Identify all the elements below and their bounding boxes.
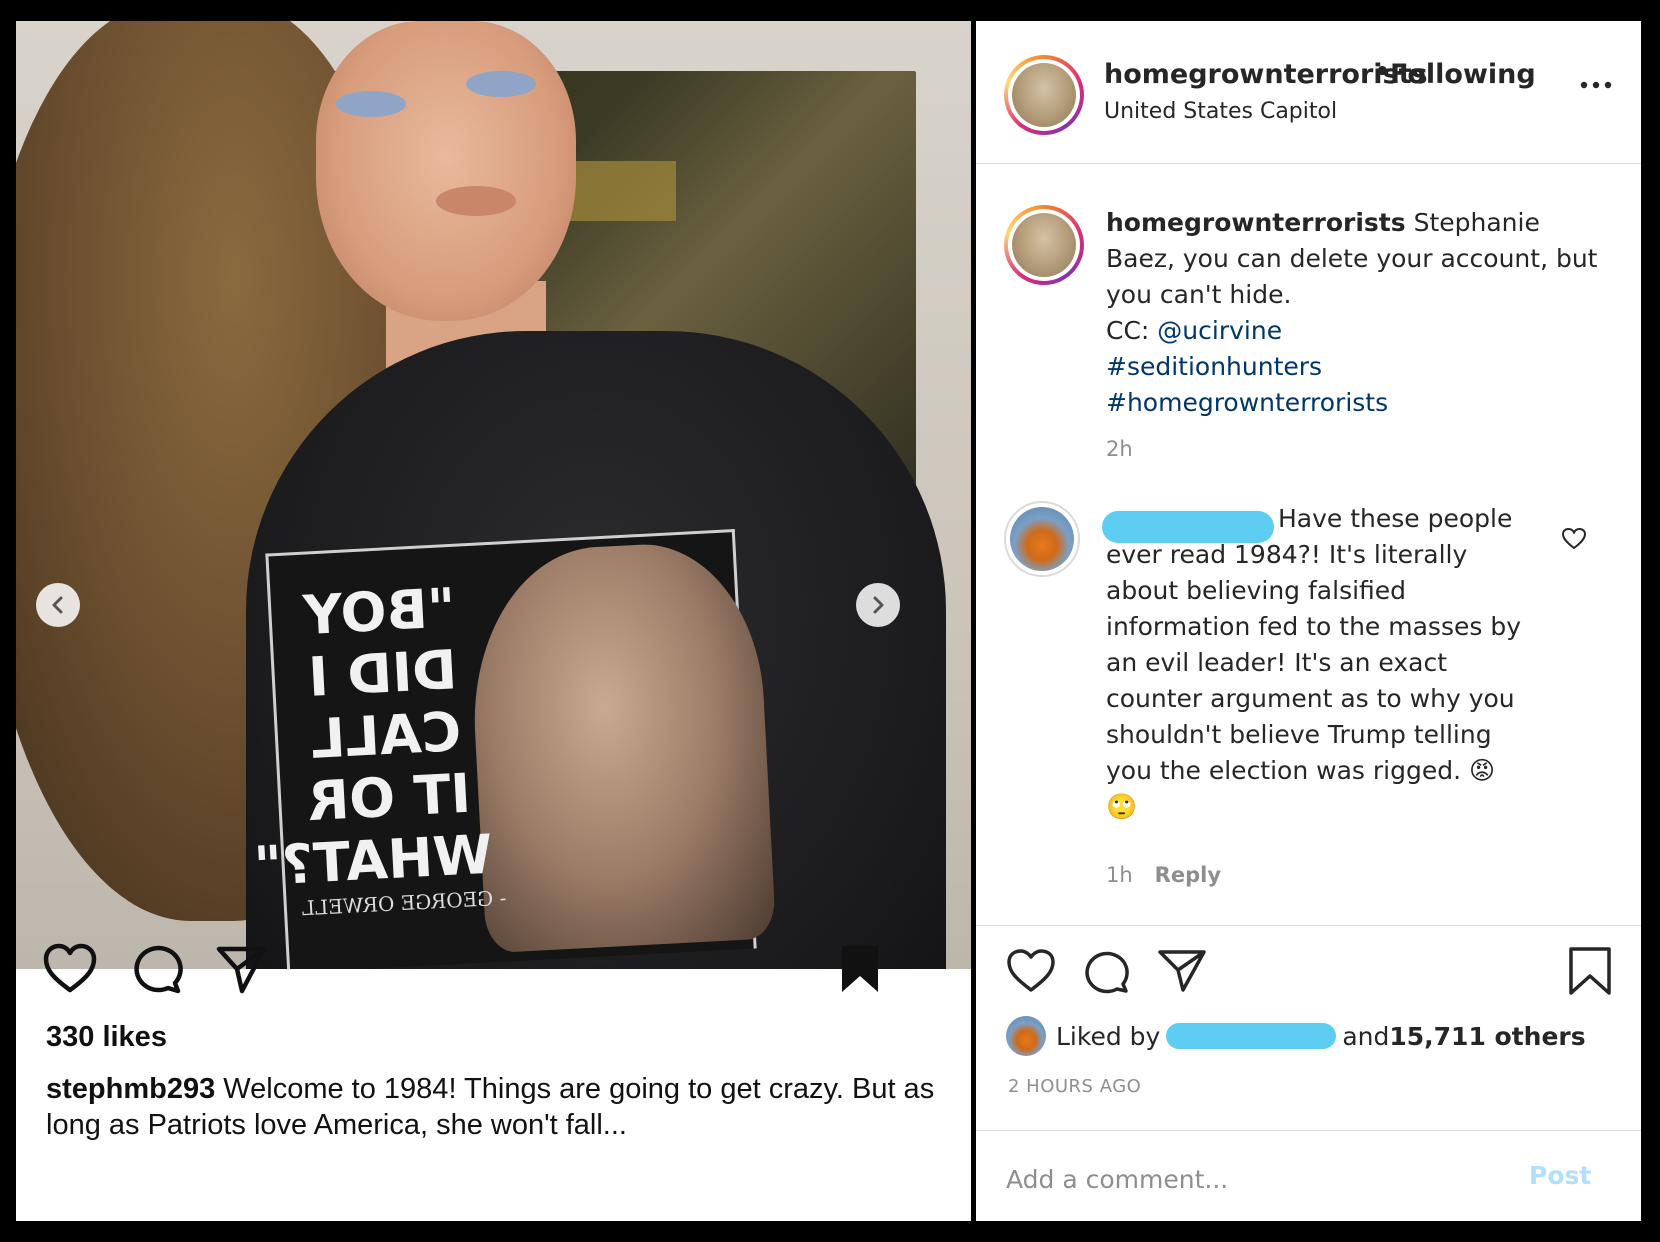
mention-link[interactable]: @ucirvine [1157, 316, 1282, 345]
hashtag-link[interactable]: #seditionhunters [1106, 349, 1606, 385]
more-icon[interactable] [1576, 75, 1616, 95]
add-comment-bar: Post [976, 1130, 1641, 1221]
post-button[interactable]: Post [1529, 1161, 1591, 1190]
carousel-prev-button[interactable] [36, 583, 80, 627]
caption-avatar[interactable] [1004, 205, 1084, 285]
caption-cc: CC: [1106, 316, 1158, 345]
chevron-right-icon [873, 596, 884, 614]
location-link[interactable]: United States Capitol [1104, 99, 1337, 124]
heart-icon[interactable] [42, 943, 98, 995]
bookmark-icon[interactable] [1568, 946, 1612, 996]
post-side-panel: homegrownterrorists • Following United S… [976, 21, 1641, 1221]
embedded-action-bar [42, 943, 942, 1003]
comment-time: 1h [1106, 863, 1133, 887]
add-comment-input[interactable] [1006, 1159, 1486, 1199]
shirt-text: "BOY DID I CALL IT OR WHAT?" [252, 576, 494, 899]
heart-icon[interactable] [1006, 948, 1056, 994]
header-avatar[interactable] [1004, 55, 1084, 135]
header-dot: • [1374, 57, 1391, 87]
hashtag-link[interactable]: #homegrownterrorists [1106, 385, 1606, 421]
caption-username[interactable]: homegrownterrorists [1106, 208, 1406, 237]
face [316, 21, 576, 321]
carousel-next-button[interactable] [856, 583, 900, 627]
reply-button[interactable]: Reply [1155, 863, 1221, 887]
chevron-left-icon [52, 596, 63, 614]
post-photo: "BOY DID I CALL IT OR WHAT?" - GEORGE OR… [16, 21, 971, 969]
share-icon[interactable] [1156, 948, 1208, 994]
liked-by-row[interactable]: Liked by and 15,711 others [1006, 1016, 1586, 1056]
action-section: Liked by and 15,711 others 2 HOURS AGO [976, 925, 1641, 1125]
comment-meta: 1h Reply [1106, 863, 1221, 887]
comment-icon[interactable] [1082, 948, 1132, 994]
commenter-avatar[interactable] [1004, 501, 1080, 577]
comment-like-heart-icon[interactable] [1561, 527, 1587, 551]
embedded-likes-count: 330 likes [46, 1021, 167, 1053]
follow-status[interactable]: Following [1390, 59, 1536, 90]
embedded-caption-username[interactable]: stephmb293 [46, 1073, 215, 1105]
redacted-liker [1166, 1023, 1337, 1049]
post-timestamp: 2 HOURS AGO [1008, 1076, 1142, 1097]
eye-right [466, 71, 536, 97]
post-header: homegrownterrorists • Following United S… [976, 21, 1641, 164]
embedded-caption: stephmb293 Welcome to 1984! Things are g… [46, 1071, 946, 1143]
avatar-image [1012, 213, 1076, 277]
caption-time: 2h [1106, 437, 1133, 461]
comment-icon[interactable] [130, 943, 184, 995]
comment-text: Have these people ever read 1984?! It's … [1106, 501, 1526, 825]
liked-by-and: and [1342, 1021, 1390, 1051]
likes-count[interactable]: 15,711 others [1389, 1022, 1585, 1051]
comment-body: Have these people ever read 1984?! It's … [1106, 504, 1521, 821]
caption: homegrownterrorists Stephanie Baez, you … [1106, 205, 1606, 421]
avatar-image [1010, 507, 1074, 571]
bookmark-icon[interactable] [838, 943, 882, 995]
lips [436, 186, 516, 216]
liked-by-prefix: Liked by [1056, 1021, 1161, 1051]
liker-avatar [1006, 1016, 1046, 1056]
eye-left [336, 91, 406, 117]
comments-area[interactable]: homegrownterrorists Stephanie Baez, you … [976, 165, 1641, 925]
share-icon[interactable] [214, 943, 268, 995]
embedded-post-screenshot: "BOY DID I CALL IT OR WHAT?" - GEORGE OR… [16, 21, 971, 1221]
avatar-image [1012, 63, 1076, 127]
